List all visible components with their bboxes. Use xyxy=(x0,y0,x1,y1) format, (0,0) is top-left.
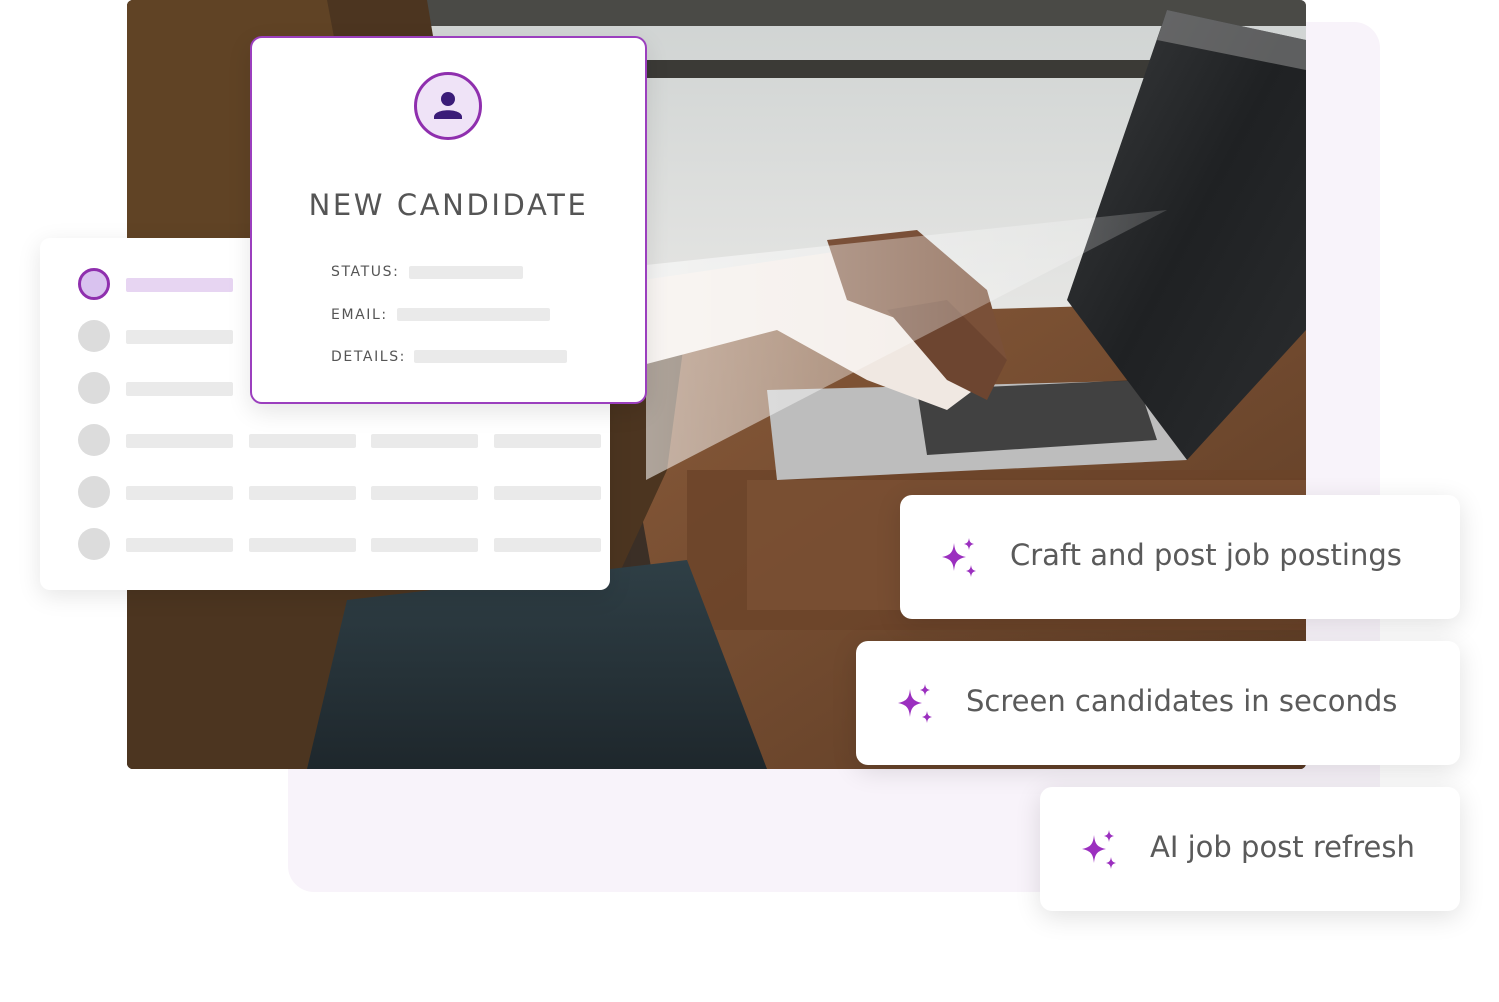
placeholder-bar xyxy=(249,434,356,448)
placeholder-bar xyxy=(126,486,233,500)
selected-indicator xyxy=(78,268,110,300)
placeholder-bar xyxy=(126,330,233,344)
placeholder-bar xyxy=(494,434,601,448)
placeholder-bar xyxy=(494,538,601,552)
placeholder-bar xyxy=(126,538,233,552)
details-label: DETAILS: xyxy=(331,349,407,365)
sparkles-icon xyxy=(942,538,976,577)
placeholder-bar xyxy=(126,434,233,448)
placeholder-bar xyxy=(249,538,356,552)
email-value-placeholder xyxy=(397,308,550,321)
placeholder-bar xyxy=(249,486,356,500)
row-indicator xyxy=(78,476,110,508)
placeholder-bar xyxy=(494,486,601,500)
avatar xyxy=(414,72,482,140)
placeholder-bar xyxy=(126,382,233,396)
feature-card-screen-candidates: Screen candidates in seconds xyxy=(856,641,1460,765)
row-indicator xyxy=(78,372,110,404)
user-icon xyxy=(434,92,462,119)
email-label: EMAIL: xyxy=(331,307,388,323)
placeholder-bar xyxy=(126,278,233,292)
feature-card-job-postings: Craft and post job postings xyxy=(900,495,1460,619)
feature-label: Craft and post job postings xyxy=(1010,538,1402,572)
card-title: NEW CANDIDATE xyxy=(308,188,589,222)
sparkles-icon xyxy=(898,684,932,723)
new-candidate-card: NEW CANDIDATE STATUS: EMAIL: DETAILS: xyxy=(250,36,647,404)
feature-card-ai-refresh: AI job post refresh xyxy=(1040,787,1460,911)
row-indicator xyxy=(78,424,110,456)
details-value-placeholder xyxy=(414,350,567,363)
row-indicator xyxy=(78,320,110,352)
feature-label: AI job post refresh xyxy=(1150,830,1415,864)
row-indicator xyxy=(78,528,110,560)
placeholder-bar xyxy=(371,486,478,500)
placeholder-bar xyxy=(371,538,478,552)
sparkles-icon xyxy=(1082,830,1116,869)
feature-label: Screen candidates in seconds xyxy=(966,684,1398,718)
status-label: STATUS: xyxy=(331,264,400,280)
status-value-placeholder xyxy=(409,266,523,279)
placeholder-bar xyxy=(371,434,478,448)
